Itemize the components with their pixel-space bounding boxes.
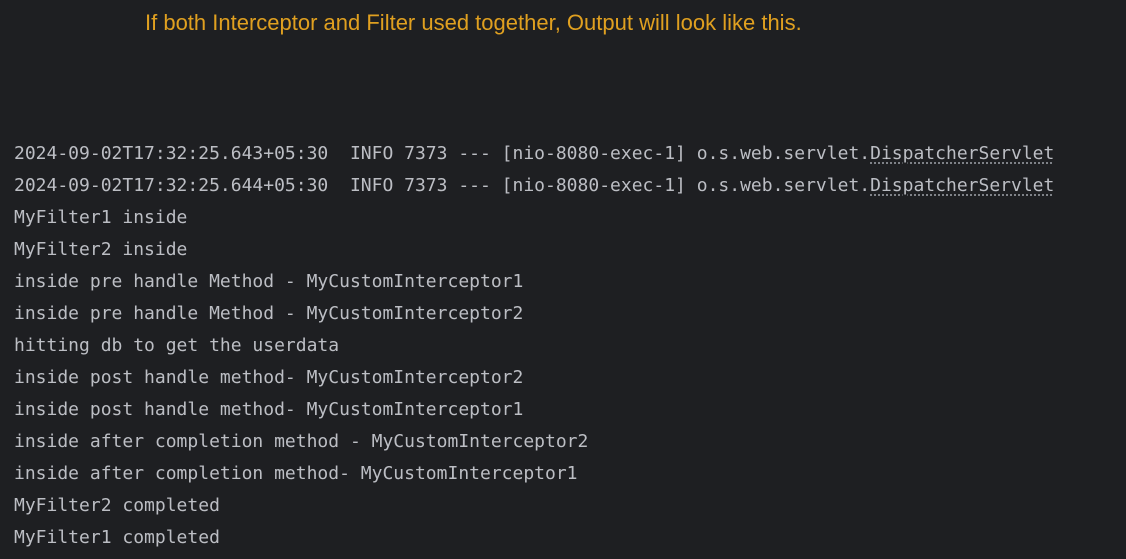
log-line-prefix: 2024-09-02T17:32:25.643+05:30 INFO 7373 … bbox=[14, 143, 871, 164]
output-line: inside after completion method- MyCustom… bbox=[14, 463, 578, 484]
output-line: inside post handle method- MyCustomInter… bbox=[14, 399, 524, 420]
screenshot-canvas: If both Interceptor and Filter used toge… bbox=[0, 0, 1126, 559]
output-line: MyFilter1 completed bbox=[14, 527, 220, 548]
output-line: inside pre handle Method - MyCustomInter… bbox=[14, 271, 524, 292]
log-line: 2024-09-02T17:32:25.644+05:30 INFO 7373 … bbox=[14, 170, 1122, 202]
console-output[interactable]: 2024-09-02T17:32:25.643+05:30 INFO 7373 … bbox=[14, 138, 1122, 554]
output-line: MyFilter1 inside bbox=[14, 207, 188, 228]
log-line: 2024-09-02T17:32:25.643+05:30 INFO 7373 … bbox=[14, 138, 1122, 170]
log-line-prefix: 2024-09-02T17:32:25.644+05:30 INFO 7373 … bbox=[14, 175, 871, 196]
caption-heading: If both Interceptor and Filter used toge… bbox=[145, 10, 802, 35]
log-line-class-link[interactable]: DispatcherServlet bbox=[870, 143, 1054, 164]
output-line: MyFilter2 completed bbox=[14, 495, 220, 516]
output-line: hitting db to get the userdata bbox=[14, 335, 340, 356]
log-line-class-link[interactable]: DispatcherServlet bbox=[870, 175, 1054, 196]
output-line: inside post handle method- MyCustomInter… bbox=[14, 367, 524, 388]
output-line: inside pre handle Method - MyCustomInter… bbox=[14, 303, 524, 324]
output-line: MyFilter2 inside bbox=[14, 239, 188, 260]
output-line: inside after completion method - MyCusto… bbox=[14, 431, 589, 452]
